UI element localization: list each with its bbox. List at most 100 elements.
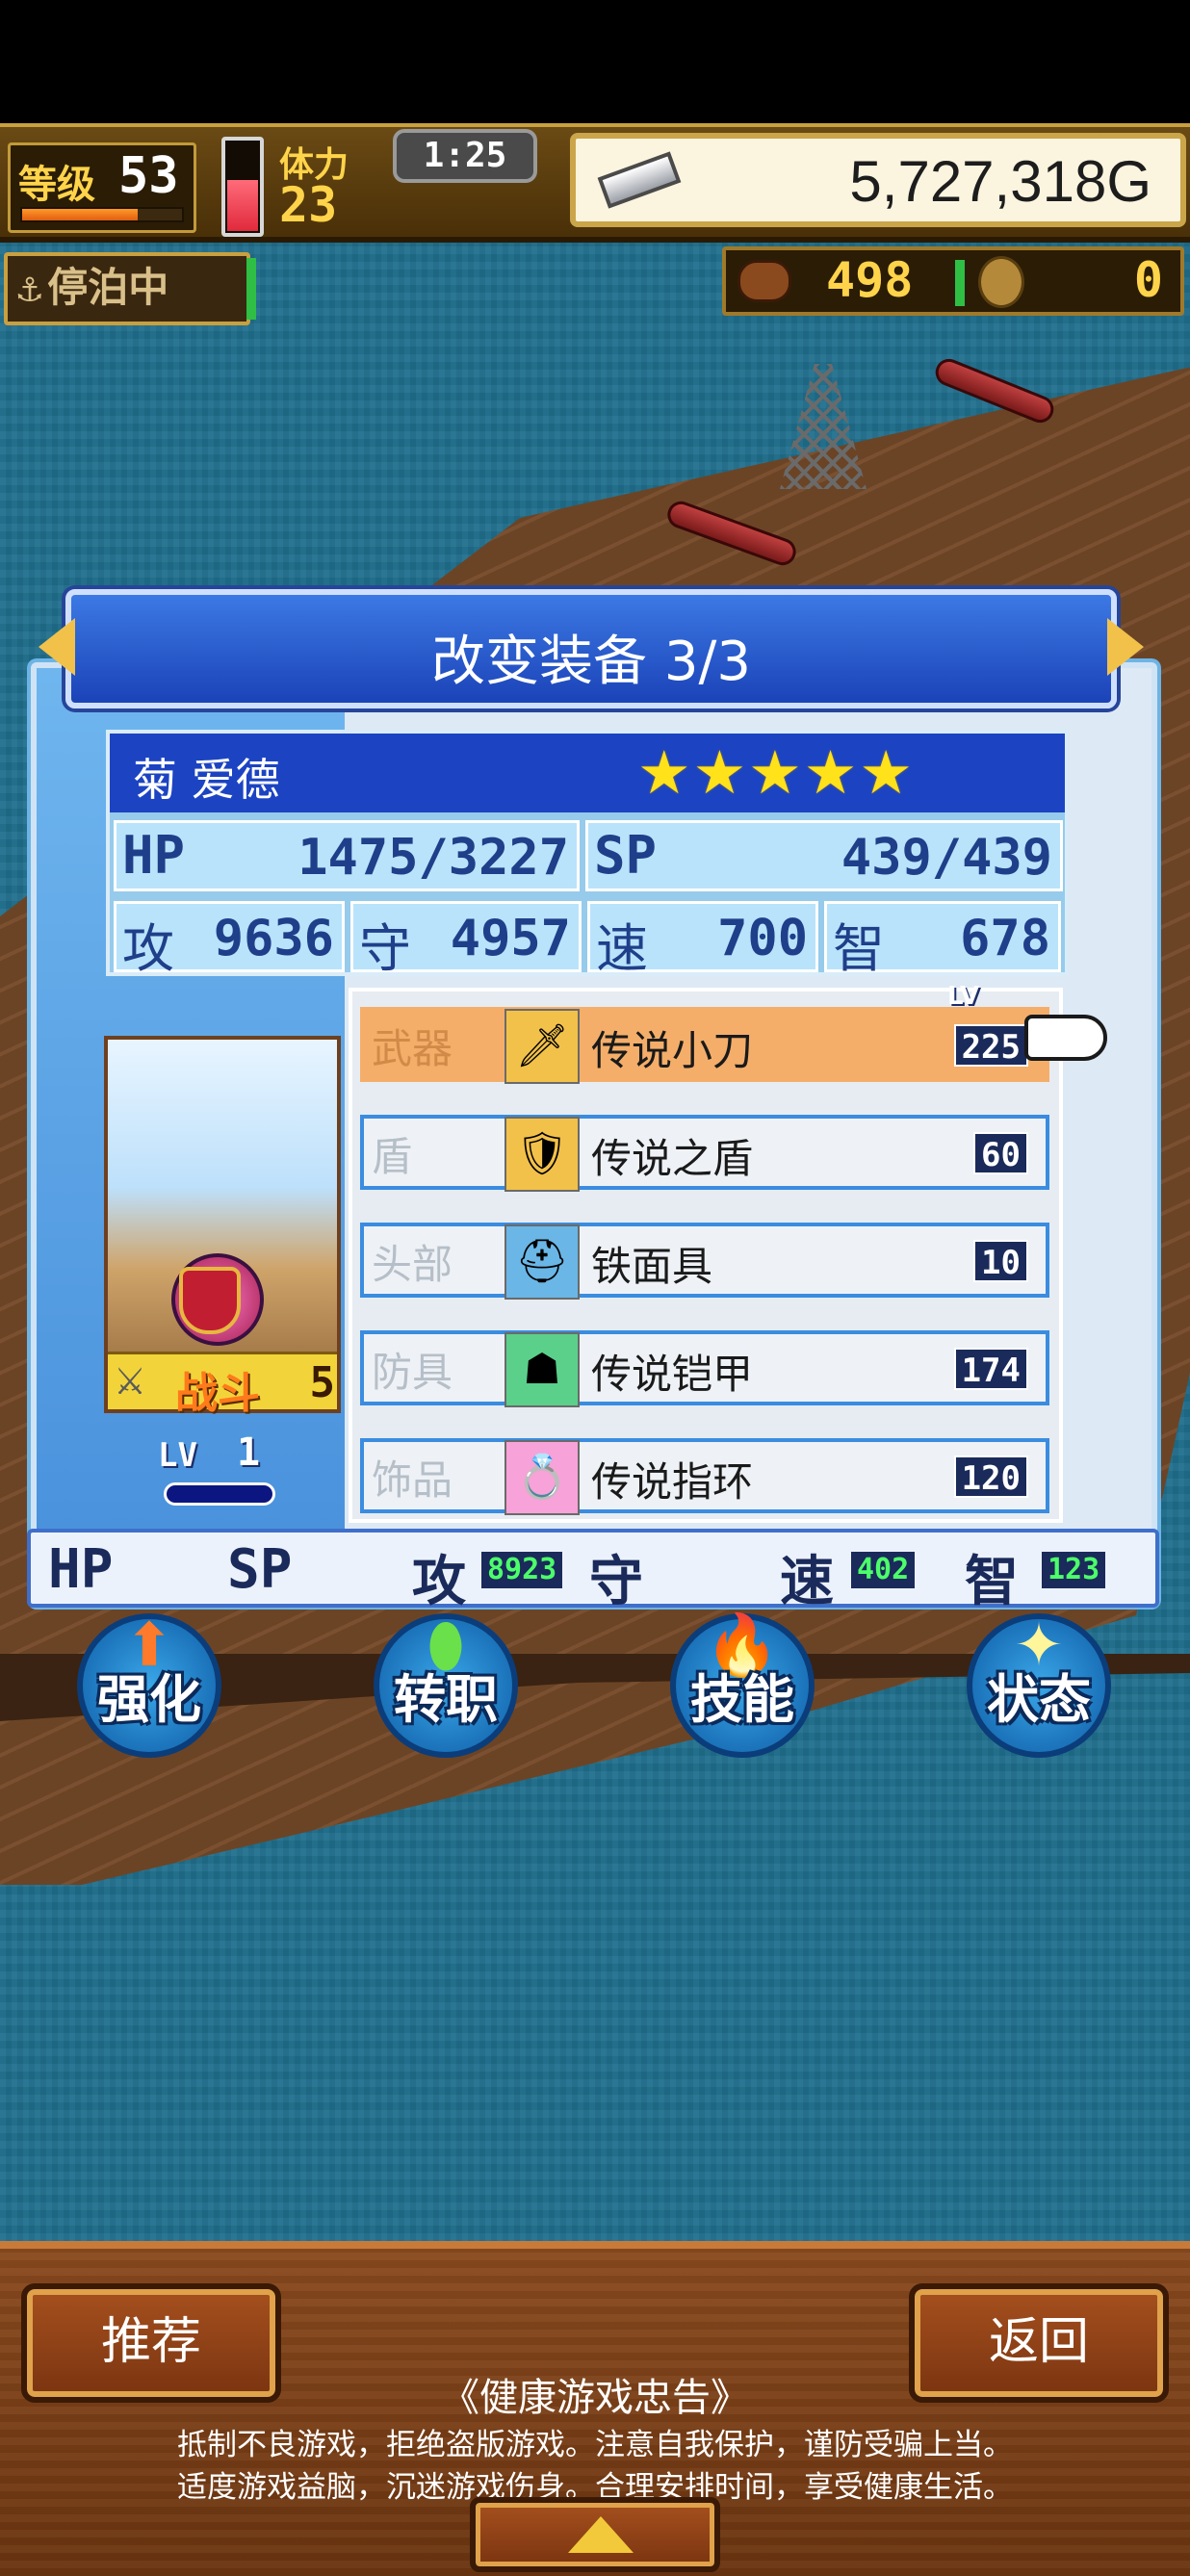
gold-value: 5,727,318G [849, 149, 1151, 214]
diff-speed-value: 402 [851, 1552, 916, 1588]
player-level-box: 等级 53 [8, 142, 196, 233]
intelligence-value: 678 [960, 910, 1050, 967]
shield-icon: 🛡 [504, 1117, 580, 1192]
gold-display[interactable]: 5,727,318G [570, 133, 1186, 227]
footer-panel: 推荐 返回 《健康游戏忠告》 抵制不良游戏，拒绝盗版游戏。注意自我保护，谨防受骗… [0, 2241, 1190, 2576]
character-level-label: LV [158, 1436, 197, 1475]
character-level-value: 1 [237, 1430, 261, 1475]
equipment-slot-label: 饰品 [372, 1456, 453, 1504]
exp-bar [20, 207, 184, 222]
sp-cell: SP 439/439 [585, 820, 1063, 891]
health-notice-line: 抵制不良游戏，拒绝盗版游戏。注意自我保护，谨防受骗上当。 [177, 2428, 1013, 2462]
dagger-icon: 🗡 [504, 1009, 580, 1084]
mast-rigging [780, 364, 867, 489]
coin-value: 0 [1133, 252, 1163, 308]
previous-character-arrow-icon[interactable] [39, 618, 75, 676]
ring-icon: 💍 [504, 1440, 580, 1515]
character-name: 菊 爱德 [133, 754, 280, 806]
upgrade-label: 强化 [97, 1669, 201, 1730]
stat-comparison-bar: HP SP 攻 8923 守 速 402 智 123 [27, 1529, 1159, 1613]
equipment-level-tag: LV [947, 982, 980, 1011]
status-button[interactable]: ✦ 状态 [967, 1610, 1111, 1758]
defense-value: 4957 [450, 910, 571, 967]
diff-defense-label: 守 [589, 1551, 643, 1613]
diff-intelligence-label: 智 [965, 1551, 1019, 1613]
equipment-row-shield[interactable]: 盾 🛡 传说之盾 60 [360, 1115, 1049, 1192]
collapse-menu-button[interactable] [470, 2497, 720, 2572]
hp-sp-row: HP 1475/3227 SP 439/439 [110, 816, 1065, 895]
food-gauge [955, 260, 965, 306]
top-hud: 等级 53 体力 23 1:25 5,727,318G [0, 123, 1190, 243]
skills-button[interactable]: 🔥 技能 [670, 1610, 815, 1758]
diff-hp-label: HP [48, 1538, 114, 1601]
equipment-slot-label: 武器 [372, 1025, 453, 1072]
shield-sprite-icon [179, 1267, 241, 1334]
sp-label: SP [594, 825, 658, 886]
equipment-slot-label: 盾 [372, 1133, 413, 1180]
sword-icon: ⚔ [114, 1360, 147, 1403]
next-character-arrow-icon[interactable] [1107, 618, 1144, 676]
equipment-row-accessory[interactable]: 饰品 💍 传说指环 120 [360, 1438, 1049, 1515]
speed-value: 700 [717, 910, 808, 967]
hp-value: 1475/3227 [298, 829, 569, 887]
health-notice-title: 《健康游戏忠告》 [441, 2376, 749, 2420]
character-level-bar [164, 1482, 275, 1506]
character-portrait[interactable]: ⚔ 战斗 5 [104, 1036, 341, 1418]
dialog-title: 改变装备 3/3 [431, 631, 751, 693]
armor-icon: ☗ [504, 1332, 580, 1407]
defense-cell: 守 4957 [350, 901, 582, 979]
attack-value: 9636 [213, 910, 334, 967]
helmet-icon: ⛑ [504, 1224, 580, 1300]
docked-status-badge: ⚓ 停泊中 [4, 252, 250, 325]
anchor-icon: ⚓ [17, 264, 42, 311]
defense-label: 守 [359, 918, 411, 979]
level-label: 等级 [18, 163, 95, 207]
triangle-up-icon [568, 2516, 634, 2553]
stamina-gauge-fill [227, 180, 258, 231]
skills-label: 技能 [690, 1669, 794, 1730]
diff-attack-label: 攻 [412, 1551, 466, 1613]
equipment-level: 120 [953, 1455, 1028, 1498]
equipment-level: 174 [953, 1348, 1028, 1390]
level-value: 53 [118, 147, 179, 205]
equipment-name: 传说之盾 [591, 1135, 754, 1182]
hp-cell: HP 1475/3227 [114, 820, 580, 891]
diff-attack-value: 8923 [481, 1552, 563, 1588]
change-job-label: 转职 [394, 1669, 498, 1730]
equipment-name: 传说铠甲 [591, 1351, 754, 1398]
equipment-slot-label: 头部 [372, 1241, 453, 1288]
character-rank-stars: ★★★★★ [637, 737, 915, 808]
equipment-list: 武器 🗡 传说小刀 225 盾 🛡 传说之盾 60 头部 ⛑ 铁面具 10 防具… [349, 988, 1063, 1523]
equipment-row-head[interactable]: 头部 ⛑ 铁面具 10 [360, 1223, 1049, 1300]
exp-bar-fill [22, 209, 138, 220]
speed-label: 速 [596, 918, 648, 979]
diff-intelligence-value: 123 [1042, 1552, 1106, 1588]
equipment-row-weapon[interactable]: 武器 🗡 传说小刀 225 [360, 1007, 1049, 1084]
stamina-timer: 1:25 [393, 129, 537, 183]
resource-bar: 498 0 [722, 246, 1184, 316]
sp-value: 439/439 [841, 829, 1052, 887]
intelligence-cell: 智 678 [824, 901, 1061, 979]
attack-cell: 攻 9636 [114, 901, 345, 979]
food-value: 498 [826, 252, 914, 308]
upgrade-button[interactable]: ⬆ 强化 [77, 1610, 221, 1758]
pointer-hand-icon [1024, 1015, 1107, 1061]
equipment-level: 10 [973, 1240, 1028, 1282]
equipment-row-armor[interactable]: 防具 ☗ 传说铠甲 174 [360, 1330, 1049, 1407]
job-level: 5 [309, 1358, 336, 1407]
attack-label: 攻 [122, 918, 174, 979]
equipment-name: 铁面具 [591, 1243, 713, 1290]
dialog-title-banner: 改变装备 3/3 [39, 589, 1144, 708]
equipment-level: 60 [973, 1132, 1028, 1174]
speed-cell: 速 700 [587, 901, 818, 979]
attribute-row: 攻 9636 守 4957 速 700 智 678 [110, 897, 1065, 979]
food-barrel-icon [737, 260, 791, 302]
equipment-level: 225 [953, 1024, 1028, 1067]
job-label: 战斗 [175, 1369, 260, 1418]
change-job-button[interactable]: ⬮ 转职 [374, 1610, 518, 1758]
docked-indicator [246, 258, 256, 320]
stamina-gauge [221, 137, 264, 237]
equipment-name: 传说小刀 [591, 1027, 754, 1074]
equipment-name: 传说指环 [591, 1458, 754, 1506]
coin-icon [978, 256, 1024, 308]
